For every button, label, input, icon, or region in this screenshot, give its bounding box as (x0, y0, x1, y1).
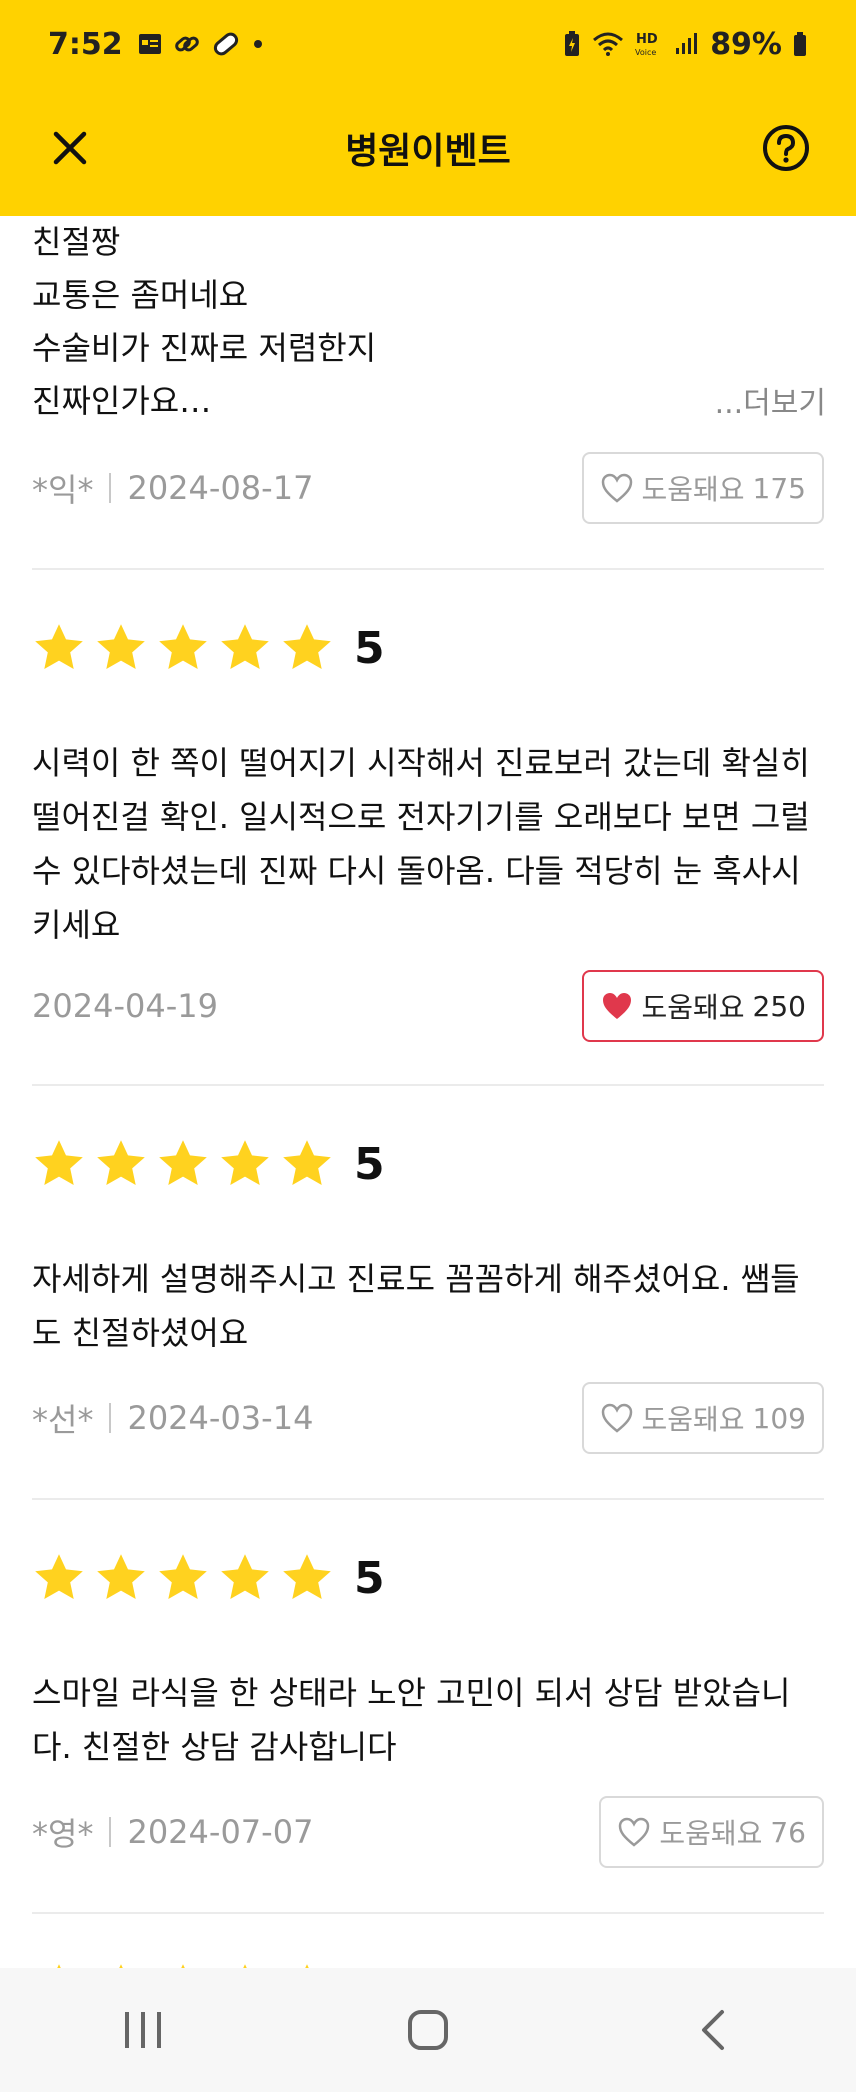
home-icon (407, 2010, 448, 2050)
star-icon (159, 1140, 207, 1185)
helpful-label: 도움돼요 (641, 473, 745, 506)
star-icon (97, 624, 145, 669)
divider (109, 473, 112, 503)
divider (32, 1912, 824, 1914)
review-date: 2024-03-14 (127, 1399, 314, 1437)
signal-icon (676, 33, 698, 54)
review-date: 2024-08-17 (127, 469, 314, 507)
review-meta: *익* 2024-08-17 도움돼요 175 (32, 452, 824, 524)
calendar-icon (138, 34, 161, 54)
review-text: 스마일 라식을 한 상태라 노안 고민이 되서 상담 받았습니다. 친절한 상담… (32, 1674, 791, 1766)
rating-score: 5 (354, 622, 385, 674)
rating-stars: 5 (30, 1548, 385, 1608)
star-icon (159, 1554, 207, 1599)
review-text: 자세하게 설명해주시고 진료도 꼼꼼하게 해주셨어요. 쌤들도 친절하셨어요 (32, 1260, 800, 1352)
review-meta: 2024-04-19 도움돼요 250 (32, 970, 824, 1042)
star-icon (221, 624, 269, 669)
divider (32, 1498, 824, 1500)
hd-voice-icon: HDVoice (635, 32, 658, 57)
star-icon (57, 1964, 61, 1968)
helpful-count: 175 (752, 471, 806, 505)
divider (32, 568, 824, 570)
divider (109, 1817, 112, 1847)
back-button[interactable] (653, 1985, 773, 2075)
rating-stars: 5 (30, 1134, 385, 1194)
wifi-icon (593, 32, 624, 56)
star-icon (35, 1140, 83, 1185)
home-button[interactable] (368, 1985, 488, 2075)
helpful-button[interactable]: 도움돼요 109 (581, 1382, 824, 1454)
helpful-label: 도움돼요 (659, 1817, 763, 1850)
rating-score: 5 (354, 1552, 385, 1604)
review-text: 친절짱 교통은 좀머네요 수술비가 진짜로 저렴한지 진짜인가요… (32, 223, 377, 420)
star-icon (35, 1554, 83, 1599)
page-title: 병원이벤트 (345, 131, 511, 172)
star-icon (305, 1964, 309, 1968)
review-text: 시력이 한 쪽이 떨어지기 시작해서 진료보러 갔는데 확실히 떨어진걸 확인.… (32, 744, 810, 944)
rating-stars: 5 (30, 618, 385, 678)
star-icon (159, 624, 207, 669)
review-date: 2024-07-07 (127, 1813, 314, 1851)
nav-header: 병원이벤트 (0, 104, 856, 188)
helpful-count: 250 (752, 989, 806, 1023)
link-icon (174, 36, 199, 52)
star-icon (283, 1554, 331, 1599)
star-icon (97, 1554, 145, 1599)
back-icon (702, 2010, 725, 2050)
status-time: 7:52 (48, 26, 123, 62)
star-icon (283, 624, 331, 669)
svg-text:HD: HD (636, 32, 658, 47)
rating-score: 5 (354, 1138, 385, 1190)
recent-apps-icon (124, 2012, 161, 2048)
heart-outline-icon (601, 1403, 632, 1433)
star-icon (181, 1964, 185, 1968)
help-button[interactable] (756, 118, 816, 178)
review-date: 2024-04-19 (32, 987, 218, 1025)
star-icon (221, 1140, 269, 1185)
divider (32, 1084, 824, 1086)
status-bar: 7:52 HD Voice 89% (48, 24, 808, 64)
helpful-count: 76 (770, 1815, 806, 1849)
review-meta: *선* 2024-03-14 도움돼요 109 (32, 1382, 824, 1454)
helpful-button[interactable]: 도움돼요 250 (581, 970, 824, 1042)
review-author: *익* (32, 471, 94, 509)
battery-level: 89% (710, 26, 782, 62)
star-icon (283, 1140, 331, 1185)
divider (109, 1403, 112, 1433)
rating-stars (30, 1958, 336, 1968)
app-header: 7:52 HD Voice 89% 병원이벤트 (0, 0, 856, 216)
helpful-label: 도움돼요 (641, 991, 745, 1024)
star-icon (221, 1554, 269, 1599)
helpful-count: 109 (752, 1401, 806, 1435)
battery-saver-icon (565, 31, 580, 56)
pill-icon (213, 32, 238, 56)
recent-apps-button[interactable] (83, 1985, 203, 2075)
helpful-label: 도움돼요 (641, 1403, 745, 1436)
read-more-link[interactable]: ...더보기 (715, 378, 826, 422)
dot-icon (253, 40, 262, 48)
star-icon (35, 624, 83, 669)
helpful-button[interactable]: 도움돼요 76 (599, 1796, 824, 1868)
heart-outline-icon (601, 473, 632, 503)
heart-filled-icon (602, 993, 631, 1019)
review-meta: *영* 2024-07-07 도움돼요 76 (32, 1796, 824, 1868)
system-nav-bar (0, 1968, 856, 2092)
star-icon (243, 1964, 247, 1968)
heart-outline-icon (619, 1817, 650, 1847)
star-icon (119, 1964, 123, 1968)
svg-text:Voice: Voice (635, 48, 656, 57)
helpful-button[interactable]: 도움돼요 175 (581, 452, 824, 524)
battery-icon (794, 32, 806, 56)
review-author: *영* (32, 1815, 94, 1853)
help-icon (763, 125, 809, 171)
review-list[interactable]: 친절짱 교통은 좀머네요 수술비가 진짜로 저렴한지 진짜인가요… ...더보기… (0, 216, 856, 1968)
star-icon (97, 1140, 145, 1185)
review-author: *선* (32, 1401, 94, 1439)
